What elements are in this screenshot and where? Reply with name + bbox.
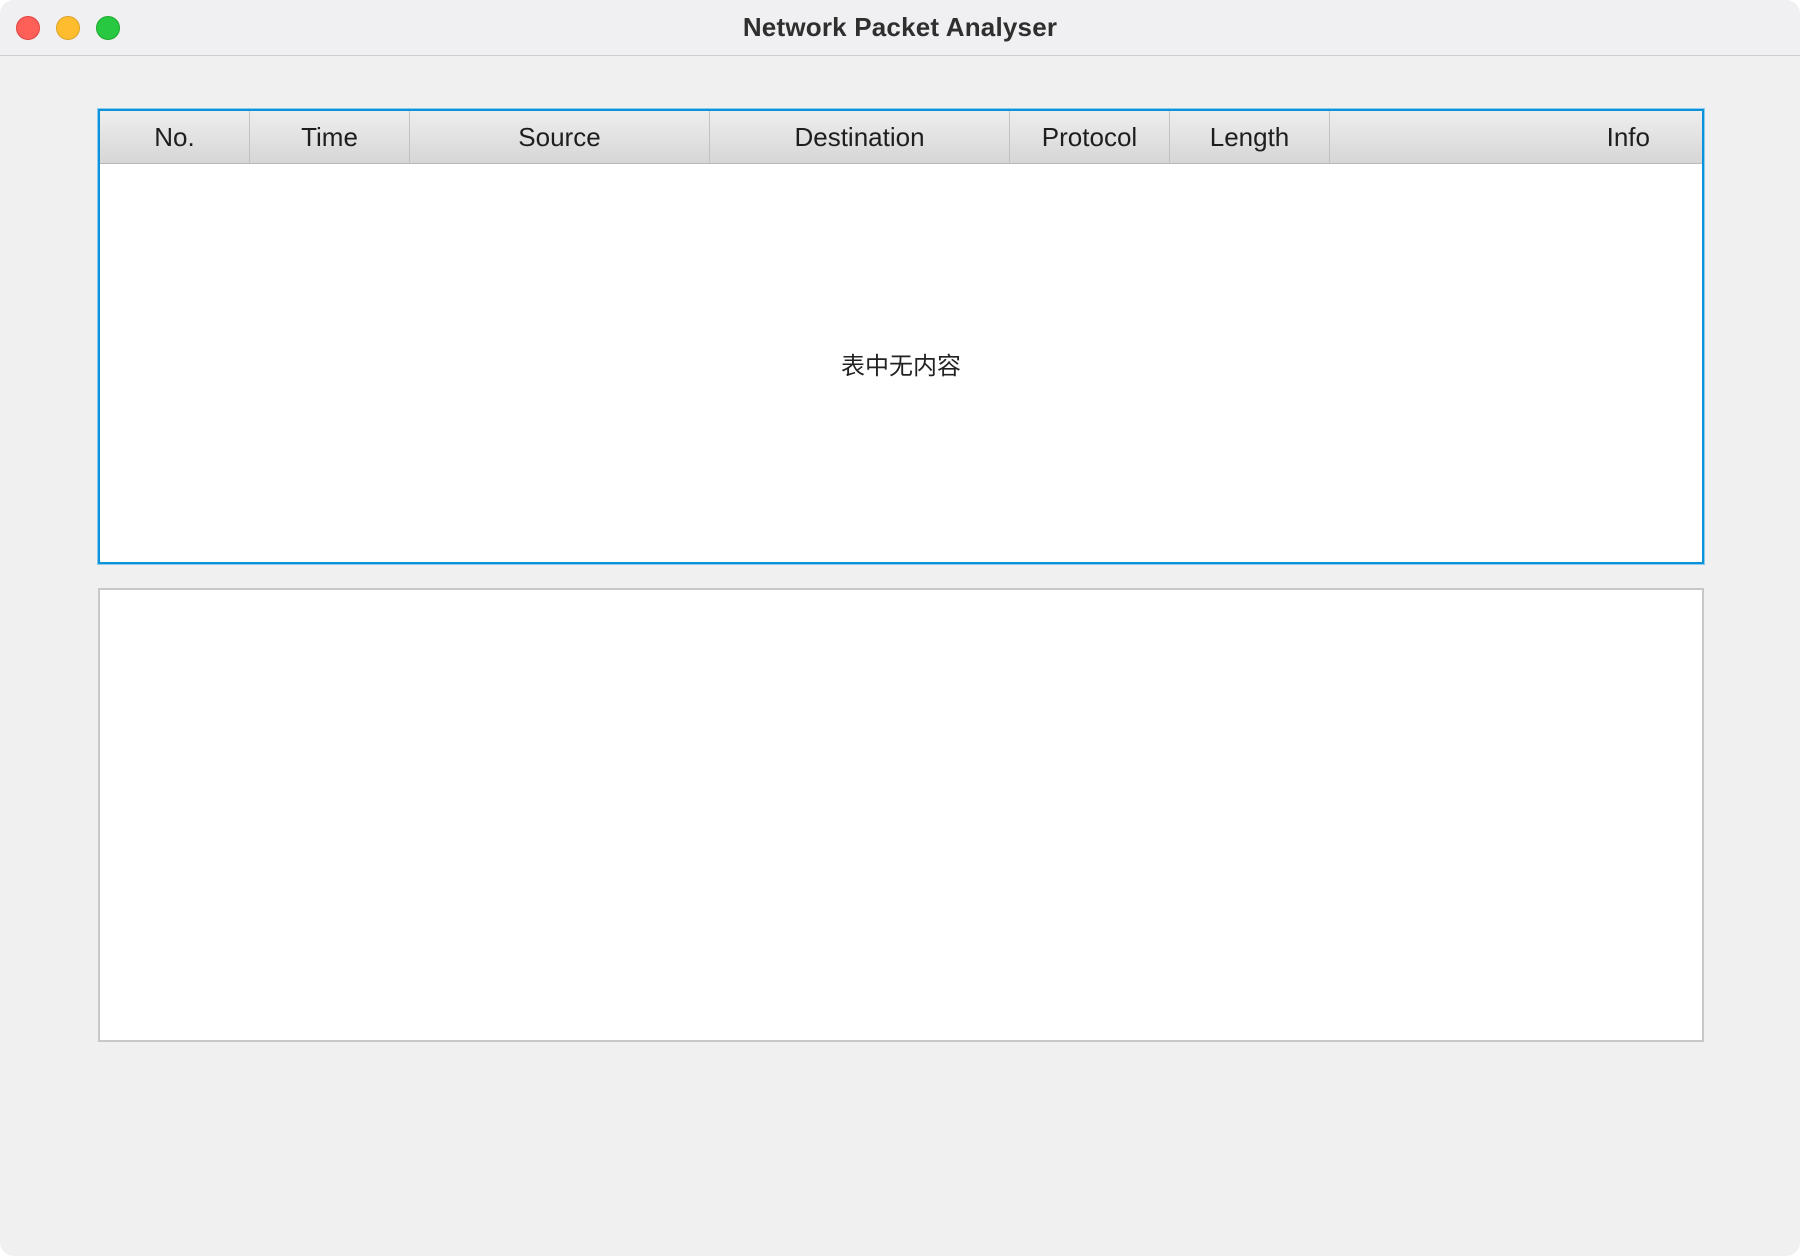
window-title: Network Packet Analyser bbox=[742, 12, 1058, 42]
column-header-time[interactable]: Time bbox=[250, 111, 410, 163]
column-header-protocol[interactable]: Protocol bbox=[1010, 111, 1170, 163]
column-header-info[interactable]: Info bbox=[1330, 111, 1702, 163]
table-empty-placeholder: 表中无内容 bbox=[841, 351, 961, 380]
app-window: Network Packet Analyser No. Time Source … bbox=[0, 0, 1800, 1256]
column-header-source[interactable]: Source bbox=[410, 111, 710, 163]
title-bar[interactable]: Network Packet Analyser bbox=[0, 0, 1800, 56]
packet-table-header: No. Time Source Destination Protocol Len… bbox=[100, 111, 1702, 164]
packet-table[interactable]: No. Time Source Destination Protocol Len… bbox=[98, 109, 1704, 564]
column-header-destination[interactable]: Destination bbox=[710, 111, 1010, 163]
column-header-no[interactable]: No. bbox=[100, 111, 250, 163]
column-header-length[interactable]: Length bbox=[1170, 111, 1330, 163]
packet-detail-text-area[interactable] bbox=[98, 588, 1704, 1042]
